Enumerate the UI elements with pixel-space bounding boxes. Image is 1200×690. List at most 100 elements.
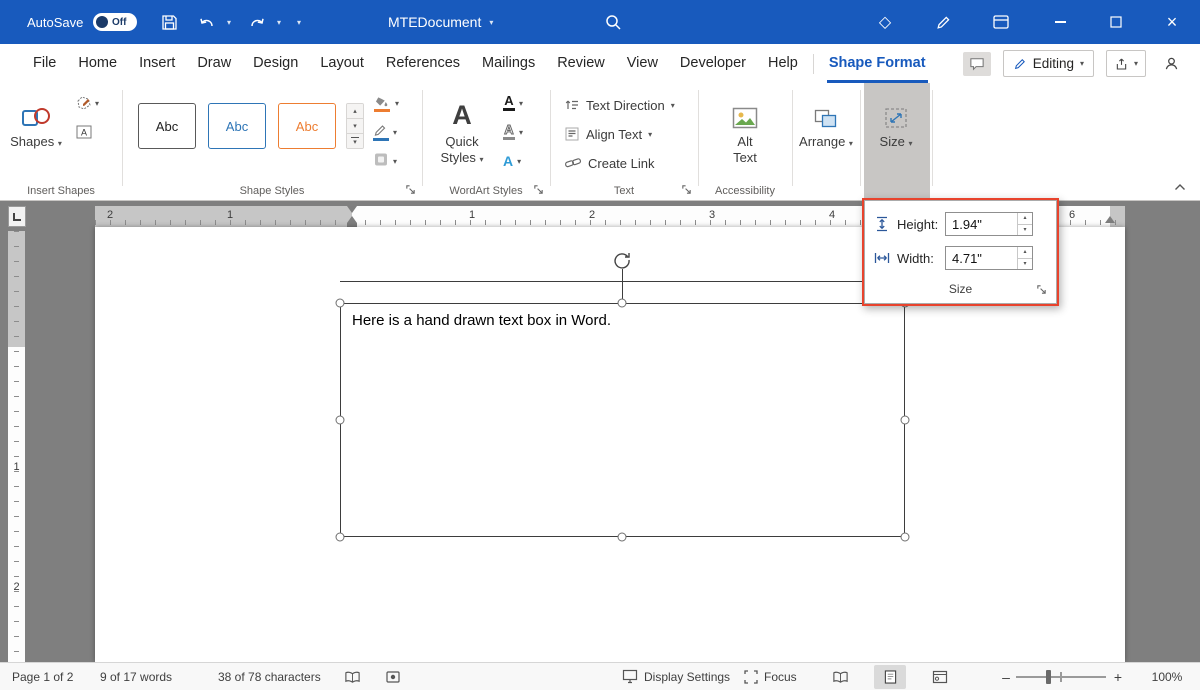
undo-menu-chevron[interactable]: ▾	[222, 0, 236, 44]
vertical-ruler[interactable]: 1 2	[8, 231, 25, 662]
text-outline-button[interactable]: A ▾	[500, 120, 526, 144]
quick-access-customize-chevron[interactable]: ▾	[292, 0, 306, 44]
text-box[interactable]: Here is a hand drawn text box in Word.	[340, 303, 905, 537]
zoom-in-button[interactable]: +	[1110, 663, 1126, 690]
proofing-book-icon	[344, 670, 361, 684]
width-spin-down[interactable]: ▾	[1018, 259, 1032, 270]
collapse-ribbon-button[interactable]	[1168, 178, 1192, 196]
tab-home[interactable]: Home	[67, 44, 128, 83]
autosave-toggle[interactable]: Off	[93, 13, 137, 31]
tab-file[interactable]: File	[22, 44, 67, 83]
right-indent-marker[interactable]	[1105, 216, 1115, 223]
height-spin-up[interactable]: ▴	[1018, 213, 1032, 225]
web-layout-icon	[932, 670, 948, 684]
resize-handle-bottom-center[interactable]	[618, 533, 627, 542]
word-count[interactable]: 9 of 17 words	[96, 663, 176, 690]
tab-draw[interactable]: Draw	[186, 44, 242, 83]
create-link-button[interactable]: Create Link	[564, 151, 654, 175]
share-button[interactable]: ▾	[1106, 50, 1146, 77]
resize-handle-bottom-left[interactable]	[336, 533, 345, 542]
tab-references[interactable]: References	[375, 44, 471, 83]
tab-layout[interactable]: Layout	[309, 44, 375, 83]
tab-review[interactable]: Review	[546, 44, 616, 83]
tab-insert[interactable]: Insert	[128, 44, 186, 83]
text-direction-button[interactable]: Text Direction ▾	[564, 93, 675, 117]
editing-pencil-icon	[1013, 57, 1027, 71]
document-title-button[interactable]: MTEDocument ▾	[388, 0, 493, 44]
account-person-icon[interactable]	[1158, 51, 1184, 77]
ribbon-options-icon[interactable]	[984, 0, 1018, 44]
alt-text-button[interactable]: Alt Text	[726, 85, 764, 166]
shape-fill-button[interactable]: ▾	[370, 91, 402, 115]
width-spin-up[interactable]: ▴	[1018, 247, 1032, 259]
redo-menu-chevron[interactable]: ▾	[272, 0, 286, 44]
read-mode-view-button[interactable]	[824, 665, 856, 689]
close-button[interactable]: ×	[1144, 0, 1200, 44]
character-count[interactable]: 38 of 78 characters	[214, 663, 325, 690]
text-effects-button[interactable]: A ▾	[500, 149, 526, 173]
tab-mailings[interactable]: Mailings	[471, 44, 546, 83]
shape-style-option-1[interactable]: Abc	[138, 103, 196, 149]
resize-handle-middle-left[interactable]	[336, 416, 345, 425]
tab-developer[interactable]: Developer	[669, 44, 757, 83]
shape-styles-dialog-launcher[interactable]	[403, 182, 418, 196]
ink-pen-icon[interactable]	[926, 0, 960, 44]
search-icon[interactable]	[596, 0, 630, 44]
wordart-dialog-launcher[interactable]	[531, 182, 546, 196]
comments-button[interactable]	[963, 52, 991, 76]
resize-handle-bottom-right[interactable]	[901, 533, 910, 542]
height-spin-down[interactable]: ▾	[1018, 225, 1032, 236]
shape-style-option-3[interactable]: Abc	[278, 103, 336, 149]
resize-handle-top-center[interactable]	[618, 299, 627, 308]
text-box-content[interactable]: Here is a hand drawn text box in Word.	[352, 312, 611, 329]
maximize-button[interactable]	[1088, 0, 1144, 44]
focus-button[interactable]: Focus	[740, 663, 801, 690]
zoom-level[interactable]: 100%	[1142, 663, 1192, 690]
tab-shape-format[interactable]: Shape Format	[818, 44, 937, 83]
zoom-slider-center-tick	[1060, 672, 1062, 682]
zoom-out-button[interactable]: –	[998, 663, 1014, 690]
resize-handle-top-left[interactable]	[336, 299, 345, 308]
save-button[interactable]	[152, 0, 186, 44]
align-text-button[interactable]: Align Text ▾	[564, 122, 652, 146]
first-line-indent-marker[interactable]	[347, 206, 357, 213]
tab-help[interactable]: Help	[757, 44, 809, 83]
text-fill-button[interactable]: A ▾	[500, 91, 526, 115]
text-dialog-launcher[interactable]	[679, 182, 694, 196]
edit-shape-button[interactable]: ▾	[76, 95, 99, 111]
hanging-indent-marker[interactable]	[347, 216, 357, 223]
shape-outline-button[interactable]: ▾	[370, 120, 402, 144]
tab-stop-selector[interactable]	[8, 206, 26, 227]
arrange-button[interactable]: Arrange ▾	[799, 85, 853, 152]
display-settings-button[interactable]: Display Settings	[618, 663, 734, 690]
size-button[interactable]: Size ▾	[877, 85, 915, 152]
gallery-more-button[interactable]: ▾	[347, 134, 363, 148]
tab-design[interactable]: Design	[242, 44, 309, 83]
size-dialog-launcher[interactable]	[1034, 282, 1048, 296]
zoom-slider-thumb[interactable]	[1046, 670, 1051, 684]
undo-button[interactable]	[190, 0, 224, 44]
resize-handle-middle-right[interactable]	[901, 416, 910, 425]
ruler-number: 4	[829, 209, 835, 221]
shapes-button[interactable]: Shapes ▾	[10, 85, 62, 152]
rotate-handle[interactable]	[612, 250, 632, 270]
tab-view[interactable]: View	[616, 44, 669, 83]
draw-text-box-button[interactable]: A	[76, 125, 92, 139]
proofing-status-button[interactable]	[340, 663, 365, 690]
page-indicator[interactable]: Page 1 of 2	[8, 663, 77, 690]
minimize-button[interactable]	[1032, 0, 1088, 44]
redo-button[interactable]	[240, 0, 274, 44]
quick-styles-button[interactable]: A Quick Styles ▾	[434, 85, 490, 168]
shape-style-option-2[interactable]: Abc	[208, 103, 266, 149]
left-tab-icon	[13, 213, 21, 221]
print-layout-view-button[interactable]	[874, 665, 906, 689]
macro-record-button[interactable]	[382, 663, 404, 690]
align-text-icon	[564, 126, 580, 142]
gallery-scroll-up-button[interactable]: ▴	[347, 104, 363, 119]
editing-mode-dropdown[interactable]: Editing ▾	[1003, 50, 1094, 77]
web-layout-view-button[interactable]	[924, 665, 956, 689]
diamond-icon[interactable]: ◇	[868, 0, 902, 44]
shape-effects-button[interactable]: ▾	[370, 149, 402, 173]
gallery-scroll-down-button[interactable]: ▾	[347, 119, 363, 134]
text-caption: Text	[550, 185, 698, 197]
